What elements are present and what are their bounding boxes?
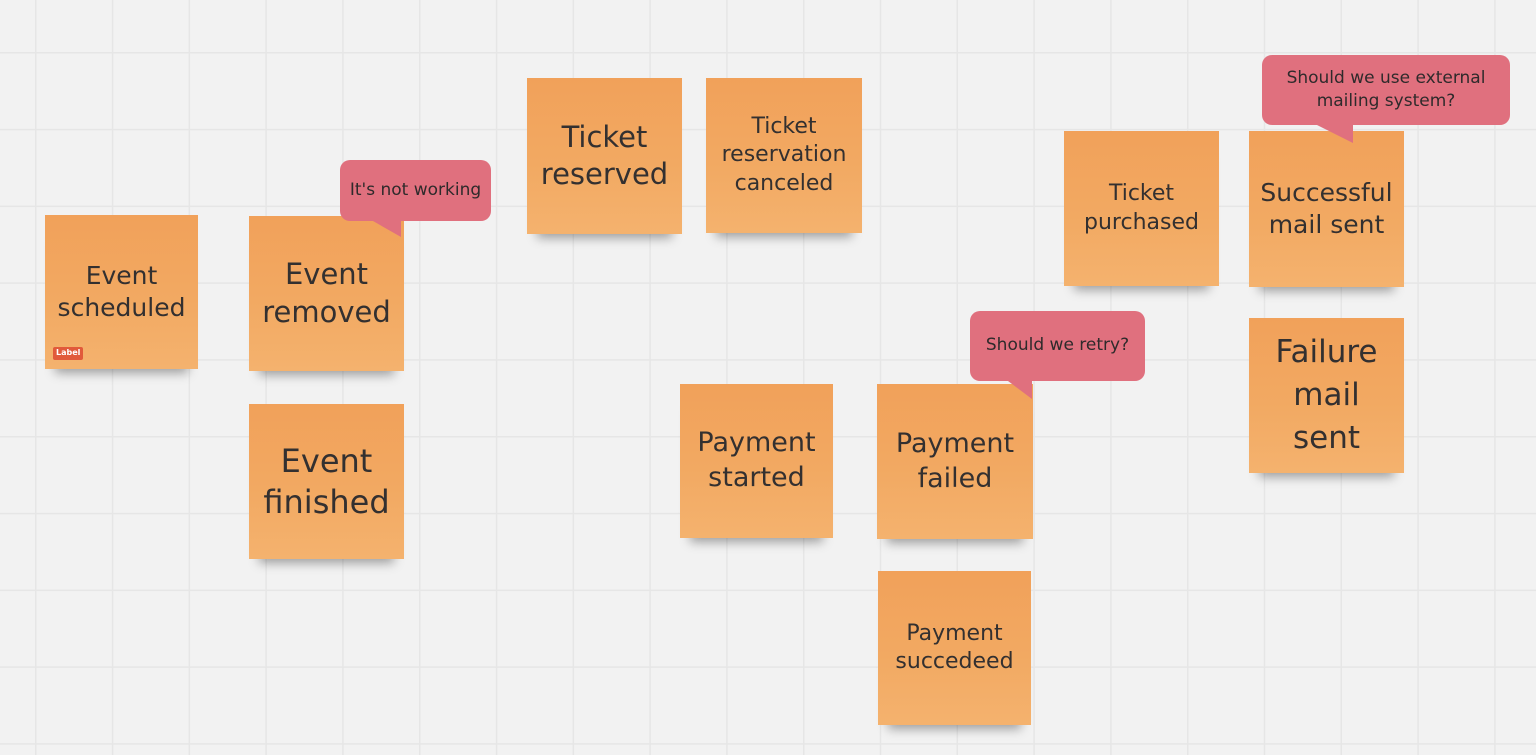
sticky-text: Payment started xyxy=(697,427,816,493)
sticky-note-event-removed[interactable]: Event removed xyxy=(249,216,404,371)
comment-tail xyxy=(1008,381,1032,399)
sticky-text: Payment failed xyxy=(895,427,1015,494)
sticky-note-event-scheduled[interactable]: Event scheduled Label xyxy=(45,215,198,369)
sticky-text: Payment succedeed xyxy=(895,620,1014,674)
label-tag[interactable]: Label xyxy=(53,347,84,360)
sticky-note-payment-failed[interactable]: Payment failed xyxy=(877,384,1033,539)
sticky-text: Ticket reserved xyxy=(540,119,669,191)
sticky-note-ticket-reservation-canceled[interactable]: Ticket reservation canceled xyxy=(706,78,862,233)
comment-tail xyxy=(1317,125,1353,143)
sticky-text: Event removed xyxy=(262,257,391,329)
sticky-note-ticket-reserved[interactable]: Ticket reserved xyxy=(527,78,682,234)
comment-text: It's not working xyxy=(349,179,482,200)
sticky-note-event-finished[interactable]: Event finished xyxy=(249,404,404,559)
sticky-note-failure-mail-sent[interactable]: Failure mail sent xyxy=(1249,318,1404,473)
sticky-note-payment-started[interactable]: Payment started xyxy=(680,384,833,538)
comment-text: Should we use external mailing system? xyxy=(1286,67,1486,111)
whiteboard-canvas[interactable]: Event scheduled Label Event removed Even… xyxy=(0,0,1536,755)
comment-bubble-external-mailing[interactable]: Should we use external mailing system? xyxy=(1262,55,1510,143)
comment-bubble-not-working[interactable]: It's not working xyxy=(340,160,491,237)
sticky-text: Event scheduled xyxy=(57,261,186,322)
sticky-text: Successful mail sent xyxy=(1260,178,1393,239)
sticky-text: Ticket reservation canceled xyxy=(721,114,847,196)
sticky-text: Ticket purchased xyxy=(1084,181,1199,235)
sticky-note-successful-mail-sent[interactable]: Successful mail sent xyxy=(1249,131,1404,287)
sticky-text: Event finished xyxy=(263,441,390,521)
comment-tail xyxy=(373,221,401,237)
sticky-text: Failure mail sent xyxy=(1275,334,1378,456)
sticky-note-payment-succeeded[interactable]: Payment succedeed xyxy=(878,571,1031,725)
sticky-note-ticket-purchased[interactable]: Ticket purchased xyxy=(1064,131,1219,286)
comment-text: Should we retry? xyxy=(985,335,1130,356)
comment-bubble-retry[interactable]: Should we retry? xyxy=(970,311,1145,399)
